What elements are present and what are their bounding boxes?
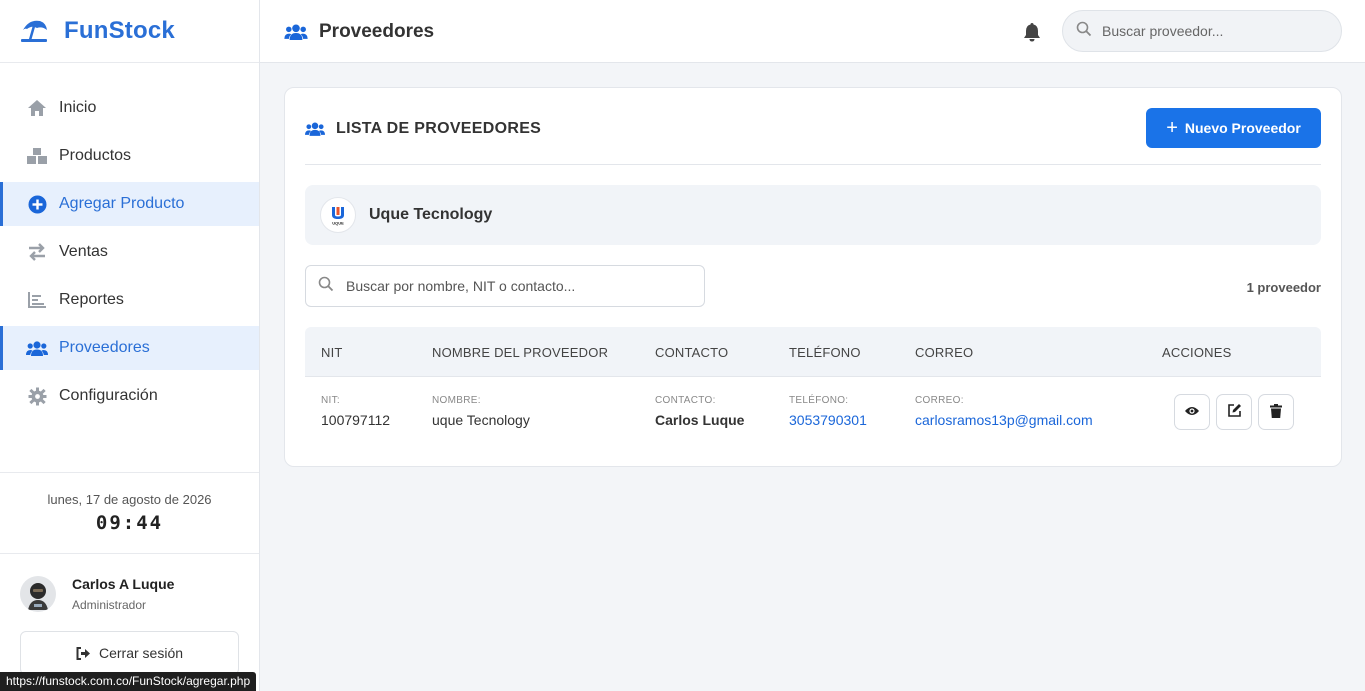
phone-link[interactable]: 3053790301 xyxy=(789,412,867,428)
card-title: LISTA DE PROVEEDORES xyxy=(336,120,542,137)
column-header-contact[interactable]: CONTACTO xyxy=(655,345,728,360)
column-header-email[interactable]: CORREO xyxy=(915,345,973,360)
supplier-count: 1 proveedor xyxy=(1246,280,1321,295)
cell-value: uque Tecnology xyxy=(432,412,530,428)
supplier-chip[interactable]: UQUE Uque Tecnology xyxy=(305,185,1321,245)
users-icon xyxy=(26,338,48,358)
chart-icon xyxy=(26,290,48,310)
sidebar-item-label: Configuración xyxy=(59,387,158,404)
supplier-chip-name: Uque Tecnology xyxy=(369,206,493,223)
gear-icon xyxy=(26,386,48,406)
cell-phone: TELÉFONO: 3053790301 xyxy=(789,395,867,428)
suppliers-card: LISTA DE PROVEEDORES + Nuevo Proveedor U… xyxy=(284,87,1342,467)
header-search[interactable] xyxy=(1062,10,1342,52)
sidebar-item-label: Inicio xyxy=(59,99,97,116)
sidebar-item-label: Ventas xyxy=(59,243,108,260)
table-row[interactable]: NIT: 100797112 NOMBRE: uque Tecnology CO… xyxy=(305,377,1321,447)
sidebar-item-configuracion[interactable]: Configuración xyxy=(0,374,259,418)
boxes-icon xyxy=(26,146,48,166)
sign-out-icon xyxy=(76,646,91,660)
users-icon xyxy=(284,23,308,41)
sidebar-nav: Inicio Productos Agregar Producto Ventas… xyxy=(0,63,259,418)
page-title-wrap: Proveedores xyxy=(284,0,434,63)
sidebar-item-proveedores[interactable]: Proveedores xyxy=(0,326,259,370)
home-icon xyxy=(26,98,48,118)
view-button[interactable] xyxy=(1174,394,1210,430)
sidebar-item-label: Reportes xyxy=(59,291,124,308)
page-title: Proveedores xyxy=(319,20,435,42)
topbar: Proveedores xyxy=(260,0,1365,63)
new-supplier-label: Nuevo Proveedor xyxy=(1184,120,1301,136)
supplier-logo: UQUE xyxy=(320,197,356,233)
search-icon xyxy=(1076,21,1092,42)
supplier-filter-input[interactable] xyxy=(346,278,686,294)
sidebar: FunStock Inicio Productos Agregar Produc… xyxy=(0,0,260,691)
sidebar-item-label: Productos xyxy=(59,147,132,164)
suppliers-table: NIT NOMBRE DEL PROVEEDOR CONTACTO TELÉFO… xyxy=(305,327,1321,447)
brand-name: FunStock xyxy=(64,17,175,44)
user-role: Administrador xyxy=(72,598,147,612)
column-header-name[interactable]: NOMBRE DEL PROVEEDOR xyxy=(432,345,608,360)
user-profile: Carlos A Luque Administrador xyxy=(20,576,174,612)
card-header: LISTA DE PROVEEDORES + Nuevo Proveedor xyxy=(305,108,1321,165)
status-bar-url: https://funstock.com.co/FunStock/agregar… xyxy=(0,672,257,691)
trash-icon xyxy=(1270,403,1282,421)
plus-icon: + xyxy=(1166,117,1178,139)
edit-button[interactable] xyxy=(1216,394,1252,430)
delete-button[interactable] xyxy=(1258,394,1294,430)
exchange-icon xyxy=(26,242,48,262)
new-supplier-button[interactable]: + Nuevo Proveedor xyxy=(1146,108,1321,148)
eye-icon xyxy=(1184,405,1200,420)
brand[interactable]: FunStock xyxy=(0,0,259,63)
cell-label: NOMBRE: xyxy=(432,395,481,406)
bell-icon[interactable] xyxy=(1023,22,1041,47)
column-header-nit[interactable]: NIT xyxy=(321,345,343,360)
cell-name: NOMBRE: uque Tecnology xyxy=(432,395,530,428)
users-icon xyxy=(305,121,325,137)
sidebar-item-label: Proveedores xyxy=(59,339,150,356)
cell-label: CONTACTO: xyxy=(655,395,716,406)
avatar[interactable] xyxy=(20,576,56,612)
table-header: NIT NOMBRE DEL PROVEEDOR CONTACTO TELÉFO… xyxy=(305,327,1321,377)
user-name: Carlos A Luque xyxy=(72,576,175,592)
cell-label: TELÉFONO: xyxy=(789,395,849,406)
logout-label: Cerrar sesión xyxy=(98,645,184,661)
row-actions xyxy=(1174,394,1300,430)
email-link[interactable]: carlosramos13p@gmail.com xyxy=(915,412,1093,428)
logout-button[interactable]: Cerrar sesión xyxy=(20,631,239,675)
current-time: 09:44 xyxy=(95,512,164,534)
cell-nit: NIT: 100797112 xyxy=(321,395,390,428)
cell-value: Carlos Luque xyxy=(655,412,745,428)
header-search-input[interactable] xyxy=(1102,23,1322,39)
sidebar-item-agregar-producto[interactable]: Agregar Producto xyxy=(0,182,259,226)
plus-circle-icon xyxy=(26,194,48,214)
sidebar-item-reportes[interactable]: Reportes xyxy=(0,278,259,322)
cell-value: 100797112 xyxy=(321,412,391,428)
sidebar-item-label: Agregar Producto xyxy=(59,195,185,212)
column-header-phone[interactable]: TELÉFONO xyxy=(789,345,861,360)
supplier-logo-text: UQUE xyxy=(332,221,344,226)
supplier-filter[interactable] xyxy=(305,265,705,307)
card-title-wrap: LISTA DE PROVEEDORES xyxy=(305,120,541,138)
search-icon xyxy=(318,276,334,297)
beach-umbrella-icon xyxy=(20,18,50,44)
sidebar-item-ventas[interactable]: Ventas xyxy=(0,230,259,274)
sidebar-clock: lunes, 17 de agosto de 2026 09:44 xyxy=(0,472,259,554)
cell-contact: CONTACTO: Carlos Luque xyxy=(655,395,744,428)
column-header-actions: ACCIONES xyxy=(1162,345,1232,360)
sidebar-item-productos[interactable]: Productos xyxy=(0,134,259,178)
sidebar-item-inicio[interactable]: Inicio xyxy=(0,86,259,130)
cell-email: CORREO: carlosramos13p@gmail.com xyxy=(915,395,1093,428)
cell-label: NIT: xyxy=(321,395,340,406)
edit-icon xyxy=(1227,403,1242,421)
cell-label: CORREO: xyxy=(915,395,964,406)
current-date: lunes, 17 de agosto de 2026 xyxy=(47,492,212,507)
